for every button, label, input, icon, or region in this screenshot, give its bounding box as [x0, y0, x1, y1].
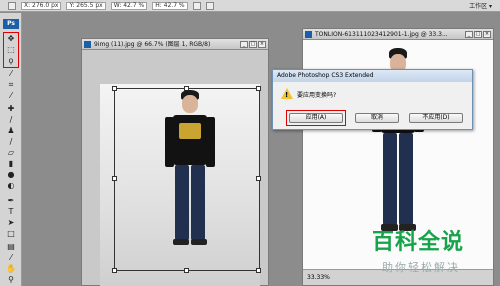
- reference-point-icon[interactable]: [8, 1, 16, 10]
- left-leg: [383, 133, 397, 225]
- document-title: TONLION-613111023412901-1.jpg @ 33.3...: [315, 31, 448, 38]
- shape-icon[interactable]: □: [5, 230, 17, 238]
- right-shoe: [191, 239, 207, 245]
- ps-doc-icon: [305, 31, 312, 38]
- pen-icon[interactable]: ✒: [5, 197, 17, 205]
- x-field[interactable]: X: 276.0 px: [21, 1, 62, 10]
- maximize-icon[interactable]: □: [474, 31, 482, 38]
- left-shoe: [173, 239, 189, 245]
- clone-stamp-icon[interactable]: ♟: [5, 127, 17, 135]
- watermark-title: 百科全说: [372, 230, 465, 255]
- workspace-menu[interactable]: 工作区 ▾: [469, 1, 492, 10]
- apply-transform-dialog[interactable]: Adobe Photoshop CS3 Extended ! 要应用变换吗? 应…: [272, 69, 473, 130]
- close-icon[interactable]: ×: [483, 31, 491, 38]
- height-field[interactable]: H: 42.7 %: [152, 1, 188, 10]
- transform-handle[interactable]: [112, 86, 117, 91]
- gradient-icon[interactable]: ▮: [5, 160, 17, 168]
- minimize-icon[interactable]: _: [465, 31, 473, 38]
- watermark: 百科全说 助你轻松解决: [368, 224, 494, 280]
- y-field[interactable]: Y: 265.5 px: [66, 1, 106, 10]
- history-brush-icon[interactable]: ∕: [5, 138, 17, 146]
- head: [182, 95, 198, 113]
- eyedropper-icon[interactable]: ⁄: [5, 92, 17, 100]
- left-arm: [165, 117, 174, 167]
- document-canvas[interactable]: [100, 84, 261, 286]
- person-figure: [158, 90, 222, 280]
- cancel-button[interactable]: 取消: [355, 113, 399, 123]
- width-field[interactable]: W: 42.7 %: [110, 1, 148, 10]
- brush-icon[interactable]: ∕: [5, 116, 17, 124]
- notes-icon[interactable]: ▤: [5, 243, 17, 251]
- dialog-message: 要应用变换吗?: [297, 92, 337, 99]
- dodge-icon[interactable]: ◐: [5, 182, 17, 190]
- left-leg: [175, 165, 189, 240]
- window-controls: _ □ ×: [240, 41, 266, 48]
- type-icon[interactable]: T: [5, 208, 17, 216]
- tools-panel: Ps ✥ ⬚ ϙ ⁄ ⌗ ⁄ ✚ ∕ ♟ ∕ ▱ ▮ ● ◐ ✒ T ➤ □ ▤…: [0, 13, 22, 286]
- transform-handle[interactable]: [256, 268, 261, 273]
- zoom-icon[interactable]: ⚲: [5, 276, 17, 284]
- transform-handle[interactable]: [256, 176, 261, 181]
- eraser-icon[interactable]: ▱: [5, 149, 17, 157]
- document-title-bar[interactable]: 9img (11).jpg @ 66.7% (图层 1, RGB/8) _ □ …: [82, 39, 268, 50]
- path-select-icon[interactable]: ➤: [5, 219, 17, 227]
- close-icon[interactable]: ×: [258, 41, 266, 48]
- transform-handle[interactable]: [112, 268, 117, 273]
- transform-handle[interactable]: [112, 176, 117, 181]
- healing-icon[interactable]: ✚: [5, 105, 17, 113]
- maximize-icon[interactable]: □: [249, 41, 257, 48]
- minimize-icon[interactable]: _: [240, 41, 248, 48]
- right-leg: [399, 133, 413, 225]
- watermark-subtitle: 助你轻松解决: [382, 261, 460, 274]
- shirt-print: [179, 123, 201, 139]
- hand-icon[interactable]: ✋: [5, 265, 17, 273]
- tool-highlight-box: [3, 32, 19, 68]
- apply-button[interactable]: 应用(A): [289, 113, 343, 123]
- commit-transform-icon[interactable]: [205, 1, 214, 10]
- dont-apply-button[interactable]: 不应用(D): [409, 113, 463, 123]
- window-controls: _ □ ×: [465, 31, 491, 38]
- dialog-title: Adobe Photoshop CS3 Extended: [273, 70, 472, 82]
- ps-doc-icon: [84, 41, 91, 48]
- warning-icon-mark: !: [285, 91, 289, 99]
- options-bar: X: 276.0 px Y: 265.5 px W: 42.7 % H: 42.…: [0, 0, 500, 12]
- right-leg: [191, 165, 205, 240]
- eyedropper2-icon[interactable]: ⁄: [5, 254, 17, 262]
- document-title: 9img (11).jpg @ 66.7% (图层 1, RGB/8): [94, 41, 211, 48]
- transform-handle[interactable]: [256, 86, 261, 91]
- document-window-1[interactable]: 9img (11).jpg @ 66.7% (图层 1, RGB/8) _ □ …: [81, 38, 269, 286]
- ps-logo: Ps: [3, 19, 19, 29]
- right-arm: [206, 117, 215, 167]
- crop-icon[interactable]: ⌗: [5, 81, 17, 89]
- blur-icon[interactable]: ●: [5, 171, 17, 179]
- document-title-bar[interactable]: TONLION-613111023412901-1.jpg @ 33.3... …: [303, 29, 493, 40]
- magic-wand-icon[interactable]: ⁄: [5, 70, 17, 78]
- cancel-transform-icon[interactable]: [192, 1, 201, 10]
- zoom-level[interactable]: 33.33%: [307, 274, 330, 281]
